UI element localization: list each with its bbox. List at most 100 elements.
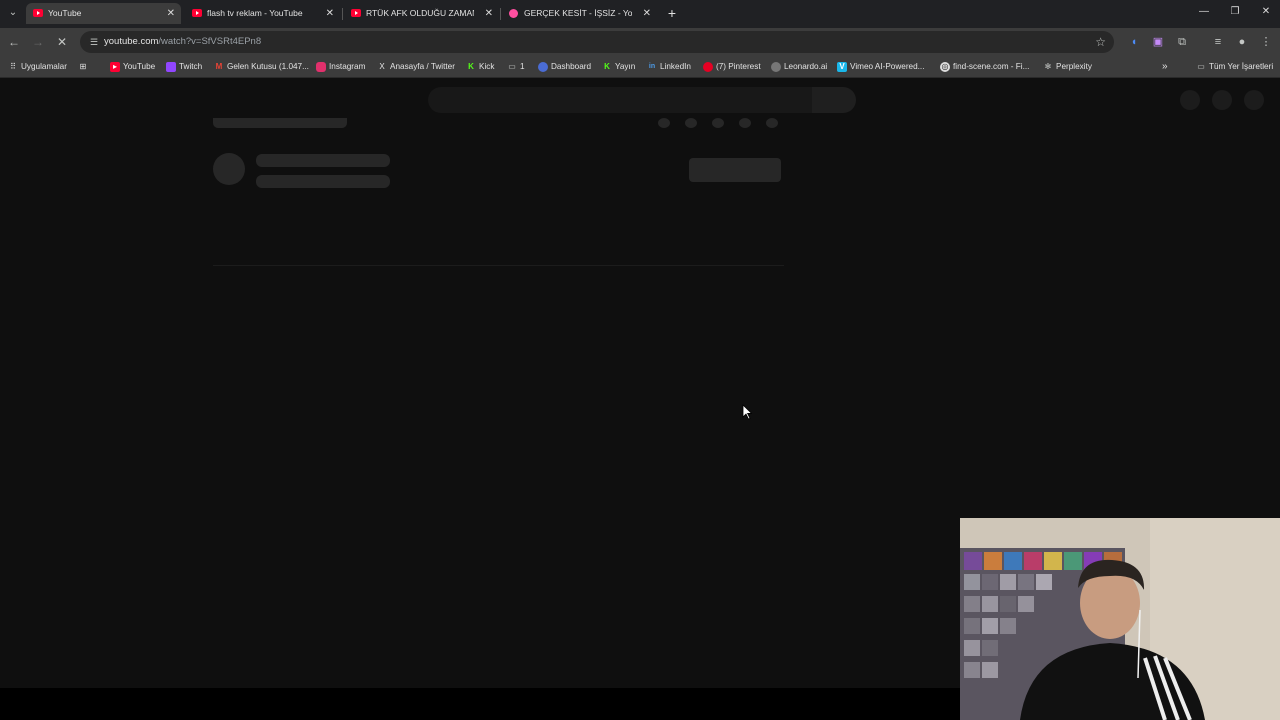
leonardo-icon: [771, 62, 781, 72]
bookmark-label: Gelen Kutusu (1.047...: [227, 62, 309, 71]
action-skeleton: [685, 118, 697, 128]
bookmark-label: 1: [520, 62, 525, 71]
title-skeleton: [213, 118, 347, 128]
profile-avatar-icon[interactable]: ●: [1235, 35, 1249, 49]
extensions-puzzle-icon[interactable]: ⧉: [1175, 35, 1189, 49]
bookmark-dashboard[interactable]: Dashboard: [538, 56, 591, 78]
bookmarks-bar: ⠿ Uygulamalar ⊞ ▸ YouTube Twitch M Gelen…: [0, 56, 1280, 78]
bookmark-label: Twitch: [179, 62, 203, 71]
address-bar[interactable]: ☰ youtube.com/watch?v=SfVSRt4EPn8 ☆: [80, 31, 1114, 53]
bookmark-grid[interactable]: ⊞: [78, 56, 92, 78]
close-icon[interactable]: ✕: [643, 3, 651, 24]
tab-strip: ⌄ YouTube ✕ flash tv reklam - YouTube ✕ …: [0, 0, 1280, 28]
gmail-icon: M: [215, 62, 223, 71]
findscene-icon: ◎: [940, 62, 950, 72]
close-window-icon[interactable]: ✕: [1256, 6, 1276, 17]
avatar-skeleton: [1244, 90, 1264, 110]
url-text[interactable]: youtube.com/watch?v=SfVSRt4EPn8: [104, 31, 261, 53]
bookmark-perplexity[interactable]: ✻ Perplexity: [1043, 56, 1092, 78]
minimize-icon[interactable]: —: [1194, 6, 1214, 17]
bookmark-kick[interactable]: K Kick: [466, 56, 494, 78]
header-icon-skeleton: [1180, 90, 1200, 110]
apps-grid-icon: ⠿: [10, 62, 16, 71]
bookmark-star-icon[interactable]: ☆: [1095, 34, 1106, 50]
stop-loading-button[interactable]: ✕: [54, 34, 70, 50]
pinterest-icon: [703, 62, 713, 72]
twitch-icon: [166, 62, 176, 72]
tab-separator: [342, 8, 343, 20]
bookmark-label: Yayın: [615, 62, 636, 71]
youtube-icon: [192, 9, 202, 17]
tab-separator: [500, 8, 501, 20]
menu-kebab-icon[interactable]: ⋮: [1259, 35, 1273, 49]
back-button[interactable]: ←: [6, 34, 22, 50]
bookmark-twitch[interactable]: Twitch: [166, 56, 202, 78]
bookmark-apps[interactable]: ⠿ Uygulamalar: [8, 56, 67, 78]
tab-title: GERÇEK KESİT - İŞSİZ - YouTube: [524, 8, 632, 18]
search-input-skeleton[interactable]: [428, 87, 814, 113]
bookmark-label: Tüm Yer İşaretleri: [1209, 62, 1274, 71]
webcam-image: [960, 518, 1280, 720]
bookmark-label: LinkedIn: [660, 62, 691, 71]
bookmark-label: Leonardo.ai: [784, 62, 828, 71]
youtube-icon: [33, 9, 43, 17]
bookmark-youtube[interactable]: ▸ YouTube: [110, 56, 155, 78]
bookmark-label: find-scene.com - Fi...: [953, 62, 1030, 71]
bookmark-twitter[interactable]: X Anasayfa / Twitter: [377, 56, 455, 78]
screen: ⌄ YouTube ✕ flash tv reklam - YouTube ✕ …: [0, 0, 1280, 720]
media-controls-icon[interactable]: ≡: [1211, 35, 1225, 49]
subscribe-button-skeleton: [689, 158, 781, 182]
dashboard-icon: [538, 62, 548, 72]
bookmark-instagram[interactable]: Instagram: [316, 56, 365, 78]
audio-icon: [509, 9, 518, 18]
more-bookmarks-icon[interactable]: »: [1162, 56, 1168, 78]
bookmark-label: Anasayfa / Twitter: [390, 62, 455, 71]
action-skeleton: [712, 118, 724, 128]
bookmark-vimeo[interactable]: V Vimeo AI-Powered...: [837, 56, 924, 78]
bookmark-gmail[interactable]: M Gelen Kutusu (1.047...: [214, 56, 309, 78]
extension-icon[interactable]: ▣: [1151, 35, 1165, 49]
action-skeleton: [739, 118, 751, 128]
instagram-icon: [316, 62, 326, 72]
close-icon[interactable]: ✕: [167, 3, 175, 24]
tab-title: flash tv reklam - YouTube: [207, 8, 303, 18]
folder-icon: ▭: [1197, 62, 1205, 71]
webcam-overlay: [960, 518, 1280, 720]
tab-flash-tv[interactable]: flash tv reklam - YouTube ✕: [185, 3, 340, 24]
close-icon[interactable]: ✕: [326, 3, 334, 24]
tab-title: RTÜK AFK OLDUĞU ZAMANLA: [366, 8, 474, 18]
bookmark-yayin[interactable]: K Yayın: [602, 56, 635, 78]
bookmark-label: Vimeo AI-Powered...: [850, 62, 925, 71]
x-icon: X: [379, 62, 385, 71]
all-bookmarks-folder[interactable]: ▭ Tüm Yer İşaretleri: [1196, 56, 1273, 78]
folder-icon: ▭: [508, 62, 516, 71]
vimeo-icon: V: [837, 62, 847, 72]
bookmark-label: (7) Pinterest: [716, 62, 761, 71]
bookmark-label: Kick: [479, 62, 495, 71]
tab-youtube[interactable]: YouTube ✕: [26, 3, 181, 24]
restore-icon[interactable]: ❐: [1225, 6, 1245, 17]
bookmark-leonardo[interactable]: Leonardo.ai: [771, 56, 827, 78]
bookmark-linkedin[interactable]: in LinkedIn: [647, 56, 691, 78]
tab-search-chevron-icon[interactable]: ⌄: [4, 4, 22, 22]
tab-rtuk[interactable]: RTÜK AFK OLDUĞU ZAMANLA ✕: [344, 3, 499, 24]
bookmark-label: Uygulamalar: [21, 62, 67, 71]
site-info-icon[interactable]: ☰: [88, 36, 100, 48]
bookmark-folder-1[interactable]: ▭ 1: [507, 56, 525, 78]
new-tab-button[interactable]: +: [664, 5, 680, 21]
grid-icon: ⊞: [79, 62, 87, 71]
header-icon-skeleton: [1212, 90, 1232, 110]
tab-gercek-kesit[interactable]: GERÇEK KESİT - İŞSİZ - YouTube ✕: [502, 3, 657, 24]
url-path: /watch?v=SfVSRt4EPn8: [158, 36, 262, 47]
browser-toolbar: ← → ✕ ☰ youtube.com/watch?v=SfVSRt4EPn8 …: [0, 28, 1280, 56]
translate-extension-icon[interactable]: ◖: [1127, 35, 1141, 49]
channel-name-skeleton: [256, 154, 390, 167]
search-button-skeleton[interactable]: [812, 87, 856, 113]
kick-icon: K: [468, 62, 474, 71]
forward-button[interactable]: →: [30, 34, 46, 50]
action-skeleton: [766, 118, 778, 128]
bookmark-pinterest[interactable]: (7) Pinterest: [703, 56, 761, 78]
bookmark-findscene[interactable]: ◎ find-scene.com - Fi...: [940, 56, 1029, 78]
divider: [213, 265, 784, 266]
close-icon[interactable]: ✕: [485, 3, 493, 24]
